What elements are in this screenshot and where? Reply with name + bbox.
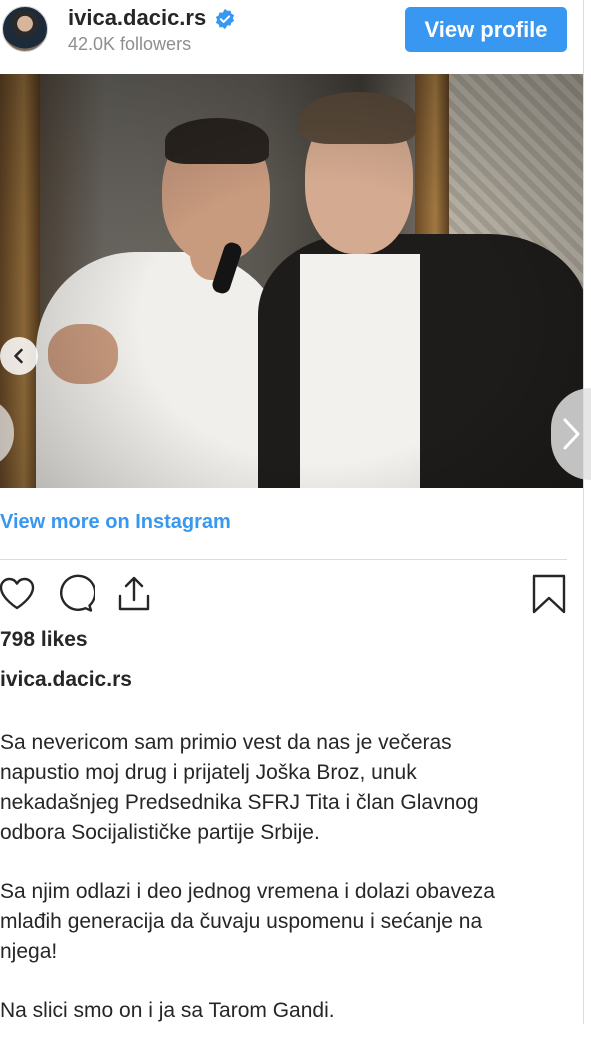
caption-paragraph: Sa nevericom sam primio vest da nas je v…: [0, 728, 575, 848]
carousel-prev-button[interactable]: [0, 337, 38, 375]
caption-line: napustio moj drug i prijatelj Joška Broz…: [0, 761, 417, 784]
caption-line: nekadašnjeg Predsednika SFRJ Tita i član…: [0, 791, 479, 814]
caption-username[interactable]: ivica.dacic.rs: [0, 668, 132, 692]
caption-line: njega!: [0, 940, 58, 963]
share-icon[interactable]: [114, 574, 154, 614]
image-vignette: [0, 74, 583, 488]
view-profile-button[interactable]: View profile: [405, 7, 567, 52]
heart-icon[interactable]: [0, 574, 37, 614]
caption-line: odbora Socijalističke partije Srbije.: [0, 821, 320, 844]
follower-count: 42.0K followers: [68, 34, 192, 54]
caption-paragraph: Sa njim odlazi i deo jednog vremena i do…: [0, 877, 575, 967]
page-border: [583, 0, 584, 1024]
like-count[interactable]: 798 likes: [0, 628, 88, 652]
username[interactable]: ivica.dacic.rs: [68, 5, 206, 31]
comment-icon[interactable]: [55, 574, 95, 614]
caption-paragraph: Na slici smo on i ja sa Tarom Gandi.: [0, 996, 575, 1026]
verified-icon: [215, 8, 235, 30]
chevron-left-icon: [14, 348, 23, 364]
view-more-link[interactable]: View more on Instagram: [0, 511, 231, 534]
chevron-right-icon: [563, 418, 580, 450]
caption-line: Na slici smo on i ja sa Tarom Gandi.: [0, 999, 335, 1022]
caption-line: mlađih generacija da čuvaju uspomenu i s…: [0, 910, 483, 933]
bookmark-icon[interactable]: [529, 574, 569, 614]
divider: [0, 559, 567, 560]
caption-text: Sa nevericom sam primio vest da nas je v…: [0, 728, 575, 1055]
instagram-embed-card: ivica.dacic.rs 42.0K followers View prof…: [0, 0, 591, 1024]
post-image[interactable]: [0, 74, 583, 488]
caption-line: Sa nevericom sam primio vest da nas je v…: [0, 731, 452, 754]
avatar[interactable]: [2, 6, 48, 52]
caption-line: Sa njim odlazi i deo jednog vremena i do…: [0, 880, 495, 903]
